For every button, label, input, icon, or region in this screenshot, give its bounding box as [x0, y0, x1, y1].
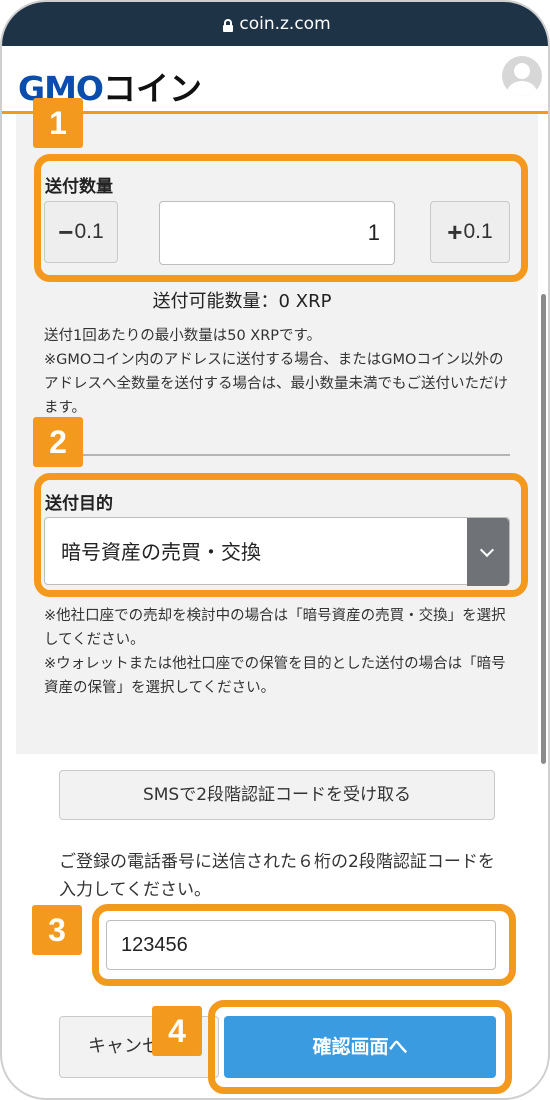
step-badge-4: 4: [152, 1006, 202, 1056]
gmo-coin-logo[interactable]: GMOコイン: [18, 62, 202, 108]
step-badge-2: 2: [33, 417, 83, 467]
step-badge-3: 3: [32, 905, 82, 955]
lock-icon: [223, 18, 234, 32]
highlight-confirm: [208, 1000, 512, 1094]
highlight-quantity: [34, 154, 528, 282]
site-header: GMOコイン: [2, 46, 548, 114]
browser-url-bar[interactable]: coin.z.com: [2, 2, 548, 46]
highlight-purpose: [34, 473, 528, 597]
sms-send-code-button[interactable]: SMSで2段階認証コードを受け取る: [59, 770, 495, 820]
phone-frame: coin.z.com GMOコイン 1 送付数量 −0.1 1 +0.1 送付可…: [0, 0, 550, 1100]
sms-instruction: ご登録の電話番号に送信された６桁の2段階認証コードを入力してください。: [59, 852, 495, 900]
step-badge-1: 1: [33, 98, 83, 148]
section-divider: [44, 454, 510, 456]
user-avatar-icon[interactable]: [502, 56, 542, 96]
min-amount-note: 送付1回あたりの最小数量は50 XRPです。: [44, 328, 322, 344]
exception-note: ※GMOコイン内のアドレスに送付する場合、またはGMOコイン以外のアドレスへ全数…: [44, 352, 508, 416]
purpose-note-sale: ※他社口座での売却を検討中の場合は「暗号資産の売買・交換」を選択してください。: [44, 608, 506, 648]
highlight-code: [92, 904, 516, 986]
logo-coin-text: コイン: [102, 69, 202, 108]
available-quantity: 送付可能数量：0 XRP: [152, 291, 332, 312]
purpose-note-storage: ※ウォレットまたは他社口座での保管を目的とした送付の場合は「暗号資産の保管」を選…: [44, 656, 506, 696]
scrollbar[interactable]: [541, 294, 546, 764]
url-text: coin.z.com: [239, 14, 331, 34]
